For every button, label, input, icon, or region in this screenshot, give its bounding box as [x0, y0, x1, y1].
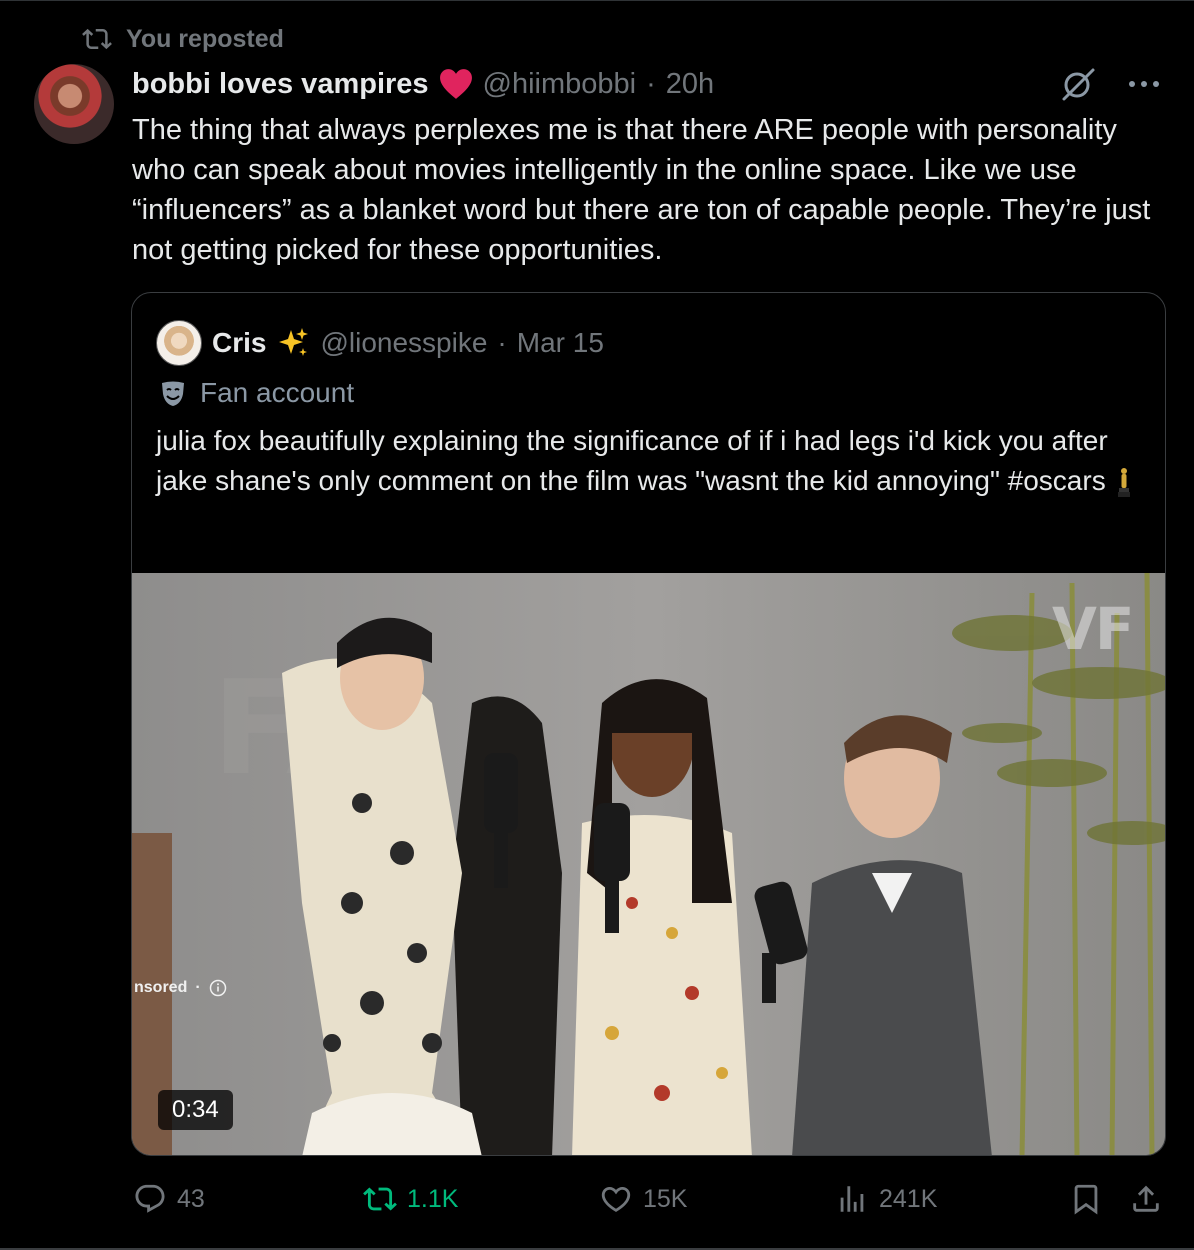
share-icon: [1133, 1185, 1159, 1212]
quoted-author-name: Cris: [212, 327, 267, 358]
grok-icon[interactable]: [1058, 64, 1098, 104]
repost-count: 1.1K: [407, 1184, 459, 1213]
more-options-icon[interactable]: [1124, 64, 1164, 104]
header-separator: ·: [646, 67, 656, 100]
share-button[interactable]: [1129, 1176, 1163, 1222]
video-frame: FA: [132, 573, 1165, 1155]
repost-banner-text: You reposted: [126, 24, 284, 53]
like-count: 15K: [643, 1184, 688, 1213]
tweet-header: bobbi loves vampires @hiimbobbi · 20h: [132, 62, 714, 106]
quoted-tweet-text: julia fox beautifully explaining the sig…: [156, 421, 1151, 501]
heart-outline-icon: [601, 1186, 631, 1212]
quoted-author-handle: @lionesspike: [320, 327, 488, 358]
video-player[interactable]: FA: [132, 573, 1165, 1155]
repost-icon: [82, 28, 112, 50]
bookmark-button[interactable]: [1069, 1176, 1103, 1222]
analytics-icon: [840, 1186, 864, 1212]
tweet-action-bar: 43 1.1K 15K 241K: [131, 1176, 1171, 1222]
quoted-tweet-card[interactable]: Cris @lionesspike · Mar 15 Fan account j…: [131, 292, 1166, 1156]
sponsored-label: nsored ·: [134, 979, 227, 997]
bookmark-icon: [1074, 1184, 1098, 1215]
oscar-statuette-icon: [1118, 467, 1131, 497]
reply-count: 43: [177, 1184, 205, 1213]
like-button[interactable]: 15K: [599, 1176, 687, 1222]
quoted-author-avatar: [156, 320, 202, 366]
theater-mask-icon: [162, 381, 184, 406]
fan-account-text: Fan account: [200, 377, 355, 408]
video-duration: 0:34: [158, 1090, 233, 1130]
repost-action-icon: [363, 1187, 397, 1211]
sponsored-text: nsored: [134, 979, 188, 996]
quoted-tweet-date: Mar 15: [516, 327, 604, 358]
author-handle[interactable]: @hiimbobbi: [483, 68, 637, 101]
quoted-header-separator: ·: [497, 327, 507, 358]
view-count: 241K: [879, 1184, 938, 1213]
quoted-tweet-body: julia fox beautifully explaining the sig…: [156, 425, 1108, 496]
reply-button[interactable]: 43: [133, 1176, 205, 1222]
quoted-tweet-header: Cris @lionesspike · Mar 15: [156, 320, 604, 366]
tweet-text: The thing that always perplexes me is th…: [132, 114, 1151, 266]
fan-account-label: Fan account: [158, 373, 354, 413]
repost-button[interactable]: 1.1K: [363, 1176, 458, 1222]
repost-banner: You reposted: [82, 22, 284, 56]
info-icon[interactable]: [209, 979, 227, 997]
author-avatar[interactable]: [34, 64, 114, 144]
sponsored-separator: ·: [195, 979, 201, 996]
tweet-time[interactable]: 20h: [666, 68, 714, 101]
author-name[interactable]: bobbi loves vampires: [132, 68, 429, 101]
vf-watermark: VF: [1052, 595, 1135, 663]
tweet-top-actions: [1058, 64, 1164, 104]
sparkles-icon: [279, 328, 309, 356]
red-heart-icon: [439, 69, 472, 99]
reply-icon: [135, 1184, 165, 1213]
views-button[interactable]: 241K: [835, 1176, 937, 1222]
